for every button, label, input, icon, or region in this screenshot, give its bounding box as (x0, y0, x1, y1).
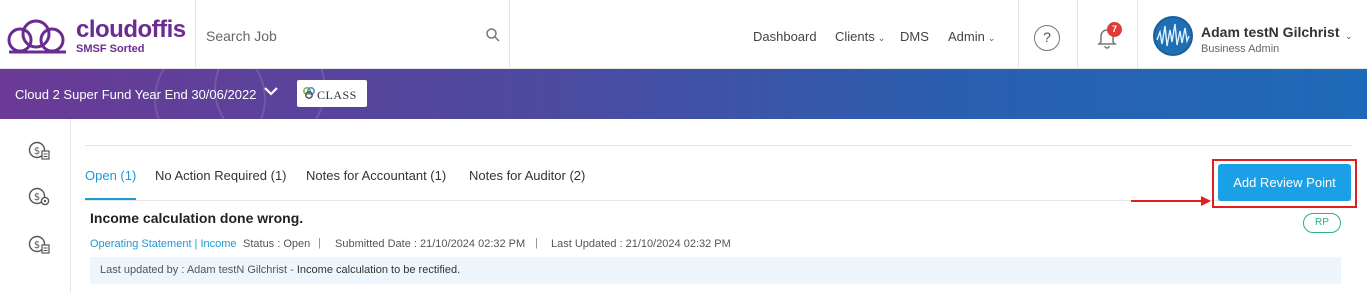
add-review-point-button[interactable]: Add Review Point (1218, 164, 1351, 201)
review-point-title[interactable]: Income calculation done wrong. (90, 210, 303, 226)
avatar-image (1155, 18, 1191, 54)
user-role: Business Admin (1201, 43, 1280, 55)
svg-text:$: $ (34, 192, 40, 203)
avatar[interactable] (1153, 16, 1193, 56)
divider (1077, 0, 1078, 69)
tab-no-action-required[interactable]: No Action Required (1) (155, 168, 287, 183)
tab-notes-for-auditor[interactable]: Notes for Auditor (2) (469, 168, 585, 183)
user-name[interactable]: Adam testN Gilchrist (1201, 24, 1339, 40)
nav-dashboard[interactable]: Dashboard (753, 29, 817, 44)
chevron-down-icon[interactable] (263, 83, 279, 99)
meta-separator: | (318, 237, 321, 249)
content-divider (85, 145, 1352, 146)
brand-tagline: SMSF Sorted (76, 43, 145, 55)
financial-settings-icon[interactable]: $ (28, 185, 50, 207)
notification-badge: 7 (1107, 22, 1122, 37)
nav-admin[interactable]: Admin ⌄ (948, 29, 995, 44)
svg-text:$: $ (34, 146, 40, 157)
financial-statement-icon[interactable]: $ (28, 139, 50, 161)
left-sidebar: $ $ $ (0, 119, 71, 292)
class-logo-text: CLASS (317, 88, 357, 102)
arrow-right-icon (1131, 196, 1211, 206)
fund-selector-label[interactable]: Cloud 2 Super Fund Year End 30/06/2022 (15, 87, 256, 102)
financial-report-icon[interactable]: $ (28, 233, 50, 255)
tab-open[interactable]: Open (1) (85, 168, 136, 183)
review-point-category-link[interactable]: Operating Statement | Income (90, 238, 237, 250)
cloudoffis-logo[interactable]: cloudoffis SMSF Sorted (6, 14, 192, 58)
review-point-submitted-date: Submitted Date : 21/10/2024 02:32 PM (335, 238, 526, 250)
note-text: Income calculation to be rectified. (296, 264, 461, 276)
divider (1018, 0, 1019, 69)
search-icon[interactable] (486, 28, 500, 42)
nav-clients-label: Clients (835, 29, 875, 44)
svg-text:$: $ (34, 240, 40, 251)
class-logo-icon (303, 87, 315, 99)
chevron-down-icon[interactable]: ⌄ (1345, 31, 1353, 42)
note-prefix: Last updated by : Adam testN Gilchrist - (100, 264, 297, 276)
nav-clients[interactable]: Clients ⌄ (835, 29, 885, 44)
fund-banner: Cloud 2 Super Fund Year End 30/06/2022 C… (0, 69, 1367, 119)
meta-separator: | (535, 237, 538, 249)
chevron-down-icon: ⌄ (877, 33, 886, 43)
chevron-down-icon: ⌄ (987, 33, 996, 43)
divider (509, 0, 510, 69)
top-header: cloudoffis SMSF Sorted Dashboard Clients… (0, 0, 1367, 69)
review-point-last-updated: Last Updated : 21/10/2024 02:32 PM (551, 238, 731, 250)
review-point-badge: RP (1303, 213, 1341, 233)
nav-admin-label: Admin (948, 29, 985, 44)
search-input[interactable] (206, 24, 466, 48)
brand-name: cloudoffis (76, 16, 186, 43)
note-line: Last updated by : Adam testN Gilchrist -… (100, 264, 460, 276)
logo-mark-icon (7, 19, 66, 54)
class-software-logo: CLASS (297, 80, 367, 107)
review-point-note: Last updated by : Adam testN Gilchrist -… (90, 257, 1341, 284)
help-icon[interactable]: ? (1034, 25, 1060, 51)
divider (1137, 0, 1138, 69)
search-bar (196, 0, 509, 69)
tab-notes-for-accountant[interactable]: Notes for Accountant (1) (306, 168, 446, 183)
nav-dms[interactable]: DMS (900, 29, 929, 44)
review-point-status: Status : Open (243, 238, 311, 250)
